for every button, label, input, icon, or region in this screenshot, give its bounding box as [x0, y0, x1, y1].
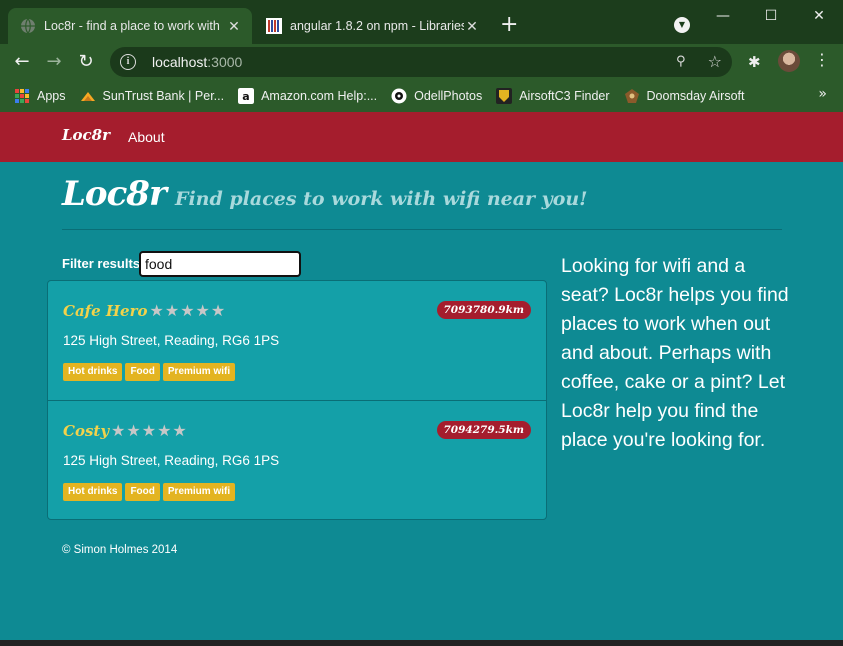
- libraries-io-icon: [266, 18, 282, 34]
- window-controls: — ☐ ✕: [699, 0, 843, 32]
- tab-angular-npm[interactable]: angular 1.8.2 on npm - Libraries.i ✕: [254, 8, 490, 44]
- rating-stars-icon: ★★★★★: [149, 301, 227, 320]
- extensions-puzzle-icon[interactable]: ✱: [748, 53, 761, 71]
- forward-arrow-icon[interactable]: →: [42, 50, 66, 74]
- filter-input[interactable]: [139, 251, 301, 277]
- bookmarks-bar: Apps SunTrust Bank | Per... a Amazon.com…: [0, 80, 843, 112]
- amazon-icon: a: [238, 88, 255, 104]
- tab-title: Loc8r - find a place to work with: [44, 19, 220, 33]
- bookmark-airsoftc3[interactable]: AirsoftC3 Finder: [496, 88, 610, 104]
- minimize-icon[interactable]: —: [699, 8, 747, 24]
- close-window-icon[interactable]: ✕: [795, 8, 843, 24]
- filter-label: Filter results: [62, 256, 141, 271]
- page-tagline: Find places to work with wifi near you!: [174, 188, 588, 210]
- tab-close-icon[interactable]: ✕: [464, 18, 480, 35]
- page-header: Loc8r Find places to work with wifi near…: [62, 174, 782, 230]
- location-card: Cafe Hero ★★★★★ 7093780.9km 125 High Stre…: [48, 281, 546, 400]
- os-taskbar: [0, 640, 843, 646]
- browser-toolbar: ← → ↻ i localhost:3000 ⚲ ☆: [0, 44, 843, 80]
- facility-badge: Premium wifi: [162, 483, 236, 501]
- new-tab-button[interactable]: +: [500, 14, 518, 36]
- odellphotos-icon: [391, 88, 407, 104]
- brand-link[interactable]: Loc8r: [62, 126, 110, 144]
- back-arrow-icon[interactable]: ←: [10, 50, 34, 74]
- browser-tab-strip: Loc8r - find a place to work with ✕ angu…: [0, 0, 843, 44]
- nav-about-link[interactable]: About: [128, 129, 165, 145]
- distance-badge: 7094279.5km: [436, 421, 531, 439]
- bookmark-apps[interactable]: Apps: [14, 88, 66, 104]
- bookmark-doomsday[interactable]: Doomsday Airsoft: [624, 88, 745, 104]
- site-info-icon[interactable]: i: [120, 54, 136, 70]
- bookmark-star-icon[interactable]: ☆: [708, 52, 722, 71]
- bookmark-odellphotos[interactable]: OdellPhotos: [391, 88, 482, 104]
- distance-badge: 7093780.9km: [436, 301, 531, 319]
- tab-close-icon[interactable]: ✕: [226, 18, 242, 35]
- reload-icon[interactable]: ↻: [74, 50, 98, 74]
- suntrust-icon: [80, 92, 95, 101]
- doomsday-icon: [624, 89, 639, 103]
- bookmark-amazon[interactable]: a Amazon.com Help:...: [238, 88, 377, 104]
- apps-grid-icon: [15, 89, 29, 103]
- page-title: Loc8r: [62, 174, 167, 214]
- facility-badge: Hot drinks: [63, 363, 123, 381]
- location-name[interactable]: Costy ★★★★★: [63, 421, 188, 440]
- facility-badge: Food: [125, 363, 160, 381]
- location-address: 125 High Street, Reading, RG6 1PS: [63, 453, 280, 468]
- svg-text:a: a: [242, 90, 249, 103]
- footer-copyright: © Simon Holmes 2014: [62, 544, 178, 556]
- facility-badge: Hot drinks: [63, 483, 123, 501]
- facility-badge: Food: [125, 483, 160, 501]
- profile-avatar[interactable]: [778, 50, 800, 72]
- facility-list: Hot drinks Food Premium wifi: [63, 363, 238, 381]
- tab-loc8r[interactable]: Loc8r - find a place to work with ✕: [8, 8, 252, 44]
- sidebar-description: Looking for wifi and a seat? Loc8r helps…: [561, 255, 789, 451]
- location-pin-icon[interactable]: ⚲: [676, 54, 688, 70]
- rating-stars-icon: ★★★★★: [111, 421, 188, 440]
- location-name[interactable]: Cafe Hero ★★★★★: [63, 301, 226, 320]
- bookmark-suntrust[interactable]: SunTrust Bank | Per...: [80, 88, 224, 104]
- address-bar[interactable]: i localhost:3000 ⚲ ☆: [110, 47, 732, 77]
- url-text: localhost:3000: [152, 54, 243, 70]
- tab-search-icon[interactable]: ▼: [674, 17, 690, 33]
- location-list: Cafe Hero ★★★★★ 7093780.9km 125 High Stre…: [47, 280, 547, 520]
- location-card: Costy ★★★★★ 7094279.5km 125 High Street, …: [48, 400, 546, 519]
- maximize-icon[interactable]: ☐: [747, 8, 795, 24]
- airsoftc3-icon: [496, 88, 513, 104]
- location-address: 125 High Street, Reading, RG6 1PS: [63, 333, 280, 348]
- globe-icon: [21, 18, 35, 34]
- browser-menu-icon[interactable]: ⋮: [814, 50, 830, 70]
- site-navbar: Loc8r About: [0, 112, 843, 162]
- bookmarks-overflow-icon[interactable]: »: [818, 86, 827, 102]
- facility-list: Hot drinks Food Premium wifi: [63, 483, 238, 501]
- tab-title: angular 1.8.2 on npm - Libraries.i: [290, 19, 464, 33]
- facility-badge: Premium wifi: [162, 363, 236, 381]
